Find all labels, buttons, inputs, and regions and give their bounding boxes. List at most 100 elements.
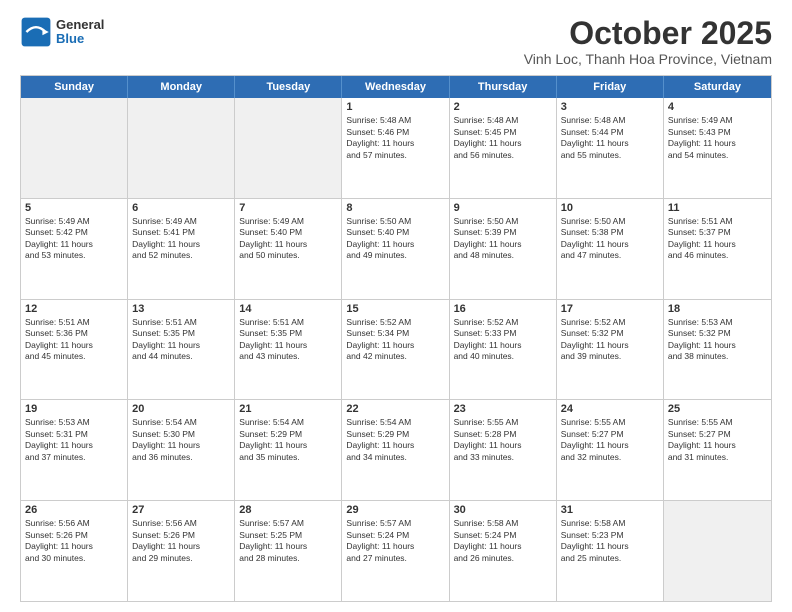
- calendar-cell: 19Sunrise: 5:53 AM Sunset: 5:31 PM Dayli…: [21, 400, 128, 500]
- calendar-week-5: 26 Sunrise: 5:56 AM Sunset: 5:26 PM Dayli…: [21, 500, 771, 601]
- day-number: 8: [346, 202, 444, 214]
- calendar-cell: 26 Sunrise: 5:56 AM Sunset: 5:26 PM Dayli…: [21, 501, 128, 601]
- day-number: 24: [561, 403, 659, 415]
- calendar-cell: 13 Sunrise: 5:51 AM Sunset: 5:35 PM Dayli…: [128, 300, 235, 400]
- day-number: 30: [454, 504, 552, 516]
- day-number: 23: [454, 403, 552, 415]
- calendar-cell: 15 Sunrise: 5:52 AM Sunset: 5:34 PM Dayli…: [342, 300, 449, 400]
- calendar-cell: 9 Sunrise: 5:50 AM Sunset: 5:39 PM Daylig…: [450, 199, 557, 299]
- calendar-cell: 7 Sunrise: 5:49 AM Sunset: 5:40 PM Daylig…: [235, 199, 342, 299]
- day-info: Sunrise: 5:52 AM Sunset: 5:34 PM Dayligh…: [346, 317, 444, 363]
- header-day-wednesday: Wednesday: [342, 76, 449, 98]
- day-info: Sunrise: 5:51 AM Sunset: 5:37 PM Dayligh…: [668, 216, 767, 262]
- calendar-cell: 23 Sunrise: 5:55 AM Sunset: 5:28 PM Dayli…: [450, 400, 557, 500]
- calendar-cell: 29 Sunrise: 5:57 AM Sunset: 5:24 PM Dayli…: [342, 501, 449, 601]
- day-number: 14: [239, 303, 337, 315]
- calendar-cell: 1Sunrise: 5:48 AM Sunset: 5:46 PM Daylig…: [342, 98, 449, 198]
- calendar-cell: 4 Sunrise: 5:49 AM Sunset: 5:43 PM Daylig…: [664, 98, 771, 198]
- day-number: 22: [346, 403, 444, 415]
- page: General Blue October 2025 Vinh Loc, Than…: [0, 0, 792, 612]
- day-number: 16: [454, 303, 552, 315]
- calendar-cell: [128, 98, 235, 198]
- day-number: 2: [454, 101, 552, 113]
- day-info: Sunrise: 5:50 AM Sunset: 5:39 PM Dayligh…: [454, 216, 552, 262]
- calendar-cell: 12Sunrise: 5:51 AM Sunset: 5:36 PM Dayli…: [21, 300, 128, 400]
- title-block: October 2025 Vinh Loc, Thanh Hoa Provinc…: [524, 16, 772, 67]
- calendar-week-3: 12Sunrise: 5:51 AM Sunset: 5:36 PM Dayli…: [21, 299, 771, 400]
- calendar-cell: 27Sunrise: 5:56 AM Sunset: 5:26 PM Dayli…: [128, 501, 235, 601]
- day-info: Sunrise: 5:49 AM Sunset: 5:40 PM Dayligh…: [239, 216, 337, 262]
- calendar-cell: 11 Sunrise: 5:51 AM Sunset: 5:37 PM Dayli…: [664, 199, 771, 299]
- day-info: Sunrise: 5:57 AM Sunset: 5:25 PM Dayligh…: [239, 518, 337, 564]
- day-number: 18: [668, 303, 767, 315]
- day-number: 12: [25, 303, 123, 315]
- day-info: Sunrise: 5:52 AM Sunset: 5:33 PM Dayligh…: [454, 317, 552, 363]
- calendar-cell: 14 Sunrise: 5:51 AM Sunset: 5:35 PM Dayli…: [235, 300, 342, 400]
- day-number: 29: [346, 504, 444, 516]
- calendar-cell: 8 Sunrise: 5:50 AM Sunset: 5:40 PM Daylig…: [342, 199, 449, 299]
- logo-text: General Blue: [56, 18, 104, 47]
- day-info: Sunrise: 5:49 AM Sunset: 5:43 PM Dayligh…: [668, 115, 767, 161]
- logo-icon: [20, 16, 52, 48]
- day-info: Sunrise: 5:50 AM Sunset: 5:38 PM Dayligh…: [561, 216, 659, 262]
- day-info: Sunrise: 5:51 AM Sunset: 5:35 PM Dayligh…: [132, 317, 230, 363]
- location: Vinh Loc, Thanh Hoa Province, Vietnam: [524, 51, 772, 67]
- day-number: 10: [561, 202, 659, 214]
- calendar-cell: [21, 98, 128, 198]
- day-number: 20: [132, 403, 230, 415]
- day-number: 9: [454, 202, 552, 214]
- day-number: 31: [561, 504, 659, 516]
- day-info: Sunrise: 5:51 AM Sunset: 5:35 PM Dayligh…: [239, 317, 337, 363]
- calendar-body: 1Sunrise: 5:48 AM Sunset: 5:46 PM Daylig…: [21, 98, 771, 601]
- day-info: Sunrise: 5:55 AM Sunset: 5:28 PM Dayligh…: [454, 417, 552, 463]
- calendar-cell: 2 Sunrise: 5:48 AM Sunset: 5:45 PM Daylig…: [450, 98, 557, 198]
- header-day-monday: Monday: [128, 76, 235, 98]
- day-number: 7: [239, 202, 337, 214]
- header-day-sunday: Sunday: [21, 76, 128, 98]
- day-info: Sunrise: 5:48 AM Sunset: 5:45 PM Dayligh…: [454, 115, 552, 161]
- day-number: 5: [25, 202, 123, 214]
- calendar-cell: 5 Sunrise: 5:49 AM Sunset: 5:42 PM Daylig…: [21, 199, 128, 299]
- calendar-week-4: 19Sunrise: 5:53 AM Sunset: 5:31 PM Dayli…: [21, 399, 771, 500]
- calendar-week-1: 1Sunrise: 5:48 AM Sunset: 5:46 PM Daylig…: [21, 98, 771, 198]
- day-info: Sunrise: 5:54 AM Sunset: 5:30 PM Dayligh…: [132, 417, 230, 463]
- calendar-cell: [235, 98, 342, 198]
- calendar-cell: 24 Sunrise: 5:55 AM Sunset: 5:27 PM Dayli…: [557, 400, 664, 500]
- day-number: 13: [132, 303, 230, 315]
- day-number: 26: [25, 504, 123, 516]
- header: General Blue October 2025 Vinh Loc, Than…: [20, 16, 772, 67]
- calendar-cell: 22Sunrise: 5:54 AM Sunset: 5:29 PM Dayli…: [342, 400, 449, 500]
- day-info: Sunrise: 5:49 AM Sunset: 5:42 PM Dayligh…: [25, 216, 123, 262]
- day-number: 11: [668, 202, 767, 214]
- day-number: 15: [346, 303, 444, 315]
- logo-general-text: General: [56, 18, 104, 32]
- day-info: Sunrise: 5:52 AM Sunset: 5:32 PM Dayligh…: [561, 317, 659, 363]
- calendar-cell: 21Sunrise: 5:54 AM Sunset: 5:29 PM Dayli…: [235, 400, 342, 500]
- calendar-cell: 20 Sunrise: 5:54 AM Sunset: 5:30 PM Dayli…: [128, 400, 235, 500]
- day-number: 27: [132, 504, 230, 516]
- day-number: 4: [668, 101, 767, 113]
- day-info: Sunrise: 5:56 AM Sunset: 5:26 PM Dayligh…: [25, 518, 123, 564]
- calendar-cell: 30 Sunrise: 5:58 AM Sunset: 5:24 PM Dayli…: [450, 501, 557, 601]
- calendar-cell: 10 Sunrise: 5:50 AM Sunset: 5:38 PM Dayli…: [557, 199, 664, 299]
- calendar-cell: 17Sunrise: 5:52 AM Sunset: 5:32 PM Dayli…: [557, 300, 664, 400]
- logo: General Blue: [20, 16, 104, 48]
- day-number: 25: [668, 403, 767, 415]
- calendar-cell: [664, 501, 771, 601]
- calendar-cell: 25Sunrise: 5:55 AM Sunset: 5:27 PM Dayli…: [664, 400, 771, 500]
- day-info: Sunrise: 5:58 AM Sunset: 5:24 PM Dayligh…: [454, 518, 552, 564]
- day-info: Sunrise: 5:50 AM Sunset: 5:40 PM Dayligh…: [346, 216, 444, 262]
- month-title: October 2025: [524, 16, 772, 51]
- day-number: 19: [25, 403, 123, 415]
- header-day-friday: Friday: [557, 76, 664, 98]
- day-number: 28: [239, 504, 337, 516]
- day-info: Sunrise: 5:57 AM Sunset: 5:24 PM Dayligh…: [346, 518, 444, 564]
- calendar-header: SundayMondayTuesdayWednesdayThursdayFrid…: [21, 76, 771, 98]
- day-number: 3: [561, 101, 659, 113]
- day-info: Sunrise: 5:48 AM Sunset: 5:44 PM Dayligh…: [561, 115, 659, 161]
- calendar: SundayMondayTuesdayWednesdayThursdayFrid…: [20, 75, 772, 602]
- day-info: Sunrise: 5:53 AM Sunset: 5:32 PM Dayligh…: [668, 317, 767, 363]
- day-info: Sunrise: 5:48 AM Sunset: 5:46 PM Dayligh…: [346, 115, 444, 161]
- day-info: Sunrise: 5:55 AM Sunset: 5:27 PM Dayligh…: [561, 417, 659, 463]
- calendar-cell: 31Sunrise: 5:58 AM Sunset: 5:23 PM Dayli…: [557, 501, 664, 601]
